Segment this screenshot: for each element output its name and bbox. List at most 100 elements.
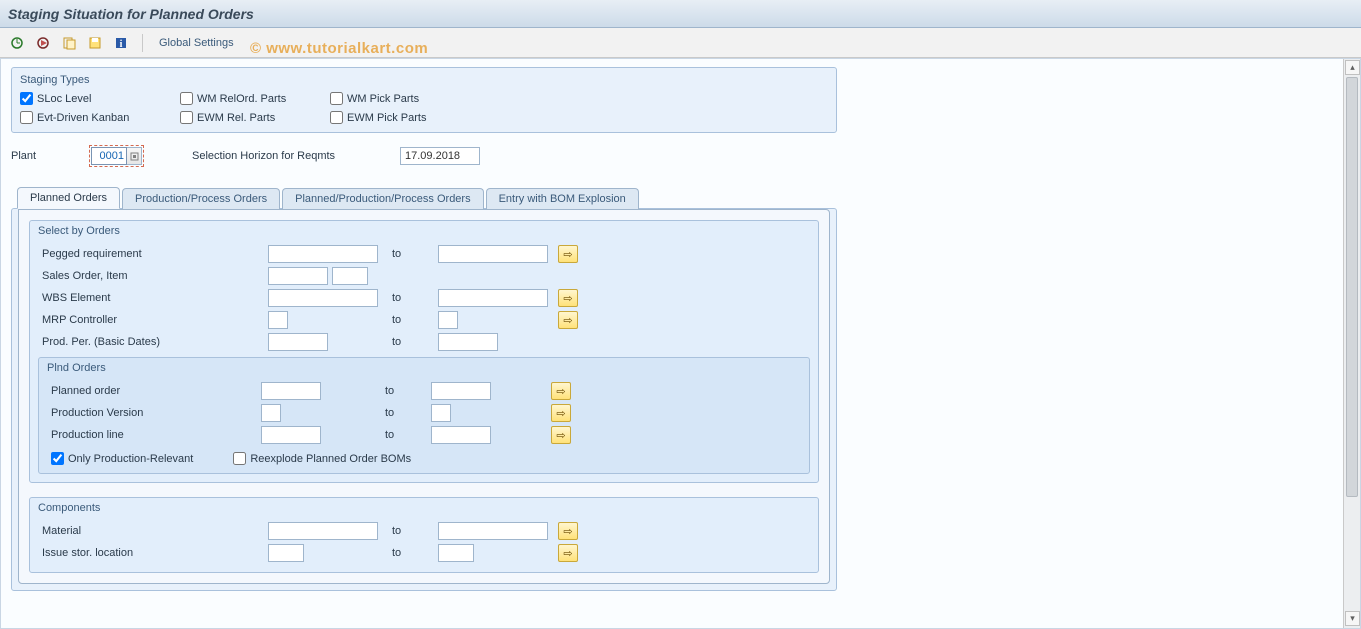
wbs-element-label: WBS Element bbox=[38, 292, 268, 304]
plant-label: Plant bbox=[11, 150, 81, 162]
reexplode-boms-checkbox[interactable]: Reexplode Planned Order BOMs bbox=[233, 452, 411, 465]
pegged-requirement-multi-icon[interactable]: ⇨ bbox=[558, 245, 578, 263]
only-production-relevant-checkbox[interactable]: Only Production-Relevant bbox=[51, 452, 193, 465]
staging-types-title: Staging Types bbox=[20, 74, 828, 86]
sales-order-item-label: Sales Order, Item bbox=[38, 270, 268, 282]
plnd-orders-title: Plnd Orders bbox=[47, 362, 801, 374]
sloc-level-checkbox[interactable]: SLoc Level bbox=[20, 92, 180, 105]
issue-stor-location-row: Issue stor. location to ⇨ bbox=[38, 542, 810, 564]
wbs-element-multi-icon[interactable]: ⇨ bbox=[558, 289, 578, 307]
components-title: Components bbox=[38, 502, 810, 514]
selection-horizon-input[interactable] bbox=[400, 147, 480, 165]
material-multi-icon[interactable]: ⇨ bbox=[558, 522, 578, 540]
material-label: Material bbox=[38, 525, 268, 537]
ewm-pick-parts-label: EWM Pick Parts bbox=[347, 112, 426, 124]
sales-order-input[interactable] bbox=[268, 267, 328, 285]
info-icon[interactable]: i bbox=[110, 32, 132, 54]
to-label: to bbox=[388, 248, 438, 260]
production-line-label: Production line bbox=[47, 429, 261, 441]
production-version-label: Production Version bbox=[47, 407, 261, 419]
planned-order-multi-icon[interactable]: ⇨ bbox=[551, 382, 571, 400]
tab-planned-production-process-orders[interactable]: Planned/Production/Process Orders bbox=[282, 188, 483, 209]
wm-relord-parts-checkbox[interactable]: WM RelOrd. Parts bbox=[180, 92, 330, 105]
mrp-controller-to[interactable] bbox=[438, 311, 458, 329]
planned-order-label: Planned order bbox=[47, 385, 261, 397]
ewm-pick-parts-checkbox[interactable]: EWM Pick Parts bbox=[330, 111, 490, 124]
planned-order-to[interactable] bbox=[431, 382, 491, 400]
wm-pick-parts-label: WM Pick Parts bbox=[347, 93, 419, 105]
material-to[interactable] bbox=[438, 522, 548, 540]
content: Staging Types SLoc Level WM RelOrd. Part… bbox=[1, 59, 847, 599]
wbs-element-row: WBS Element to ⇨ bbox=[38, 287, 810, 309]
evt-driven-kanban-label: Evt-Driven Kanban bbox=[37, 112, 129, 124]
pegged-requirement-label: Pegged requirement bbox=[38, 248, 268, 260]
production-version-to[interactable] bbox=[431, 404, 451, 422]
scroll-down-icon[interactable]: ▾ bbox=[1345, 611, 1360, 626]
selection-horizon-label: Selection Horizon for Reqmts bbox=[192, 150, 392, 162]
wm-relord-parts-label: WM RelOrd. Parts bbox=[197, 93, 286, 105]
staging-types-group: Staging Types SLoc Level WM RelOrd. Part… bbox=[11, 67, 837, 133]
tab-planned-orders[interactable]: Planned Orders bbox=[17, 187, 120, 209]
wbs-element-to[interactable] bbox=[438, 289, 548, 307]
main-area: Staging Types SLoc Level WM RelOrd. Part… bbox=[0, 58, 1361, 629]
plant-f4-icon[interactable] bbox=[127, 147, 142, 165]
sales-order-item-row: Sales Order, Item bbox=[38, 265, 810, 287]
material-row: Material to ⇨ bbox=[38, 520, 810, 542]
ewm-rel-parts-label: EWM Rel. Parts bbox=[197, 112, 275, 124]
mrp-controller-multi-icon[interactable]: ⇨ bbox=[558, 311, 578, 329]
mrp-controller-from[interactable] bbox=[268, 311, 288, 329]
production-line-multi-icon[interactable]: ⇨ bbox=[551, 426, 571, 444]
planned-order-from[interactable] bbox=[261, 382, 321, 400]
execute-background-icon[interactable] bbox=[32, 32, 54, 54]
page-title: Staging Situation for Planned Orders bbox=[8, 6, 254, 22]
sloc-level-label: SLoc Level bbox=[37, 93, 91, 105]
tab-page-planned-orders: Select by Orders Pegged requirement to ⇨… bbox=[18, 209, 830, 584]
scroll-up-icon[interactable]: ▴ bbox=[1345, 60, 1360, 75]
pegged-requirement-row: Pegged requirement to ⇨ bbox=[38, 243, 810, 265]
only-production-relevant-label: Only Production-Relevant bbox=[68, 453, 193, 465]
execute-icon[interactable] bbox=[6, 32, 28, 54]
production-line-to[interactable] bbox=[431, 426, 491, 444]
vertical-scrollbar[interactable]: ▴ ▾ bbox=[1343, 59, 1360, 628]
select-by-orders-group: Select by Orders Pegged requirement to ⇨… bbox=[29, 220, 819, 483]
tab-row: Planned Orders Production/Process Orders… bbox=[17, 187, 837, 209]
production-version-multi-icon[interactable]: ⇨ bbox=[551, 404, 571, 422]
pegged-requirement-to[interactable] bbox=[438, 245, 548, 263]
ewm-rel-parts-checkbox[interactable]: EWM Rel. Parts bbox=[180, 111, 330, 124]
production-line-from[interactable] bbox=[261, 426, 321, 444]
issue-stor-location-multi-icon[interactable]: ⇨ bbox=[558, 544, 578, 562]
planned-order-row: Planned order to ⇨ bbox=[47, 380, 801, 402]
issue-stor-location-label: Issue stor. location bbox=[38, 547, 268, 559]
sales-order-item-input[interactable] bbox=[332, 267, 368, 285]
title-bar: Staging Situation for Planned Orders bbox=[0, 0, 1361, 28]
prod-per-basic-to[interactable] bbox=[438, 333, 498, 351]
scroll-thumb[interactable] bbox=[1346, 77, 1358, 497]
issue-stor-location-to[interactable] bbox=[438, 544, 474, 562]
global-settings-button[interactable]: Global Settings bbox=[153, 33, 240, 53]
evt-driven-kanban-checkbox[interactable]: Evt-Driven Kanban bbox=[20, 111, 180, 124]
tab-production-process-orders[interactable]: Production/Process Orders bbox=[122, 188, 280, 209]
wm-pick-parts-checkbox[interactable]: WM Pick Parts bbox=[330, 92, 490, 105]
select-by-orders-title: Select by Orders bbox=[38, 225, 810, 237]
production-version-from[interactable] bbox=[261, 404, 281, 422]
plant-input[interactable] bbox=[91, 147, 127, 165]
wbs-element-from[interactable] bbox=[268, 289, 378, 307]
plnd-orders-group: Plnd Orders Planned order to ⇨ Productio… bbox=[38, 357, 810, 474]
material-from[interactable] bbox=[268, 522, 378, 540]
tab-entry-with-bom-explosion[interactable]: Entry with BOM Explosion bbox=[486, 188, 639, 209]
plant-horizon-row: Plant Selection Horizon for Reqmts bbox=[11, 145, 837, 167]
tabstrip-wrap: Planned Orders Production/Process Orders… bbox=[11, 186, 837, 591]
get-variant-icon[interactable] bbox=[58, 32, 80, 54]
production-version-row: Production Version to ⇨ bbox=[47, 402, 801, 424]
svg-text:i: i bbox=[120, 39, 123, 50]
watermark: © www.tutorialkart.com bbox=[250, 40, 428, 57]
save-variant-icon[interactable] bbox=[84, 32, 106, 54]
reexplode-boms-label: Reexplode Planned Order BOMs bbox=[250, 453, 411, 465]
issue-stor-location-from[interactable] bbox=[268, 544, 304, 562]
mrp-controller-label: MRP Controller bbox=[38, 314, 268, 326]
prod-per-basic-row: Prod. Per. (Basic Dates) to bbox=[38, 331, 810, 353]
production-line-row: Production line to ⇨ bbox=[47, 424, 801, 446]
toolbar-separator bbox=[142, 34, 143, 52]
pegged-requirement-from[interactable] bbox=[268, 245, 378, 263]
prod-per-basic-from[interactable] bbox=[268, 333, 328, 351]
